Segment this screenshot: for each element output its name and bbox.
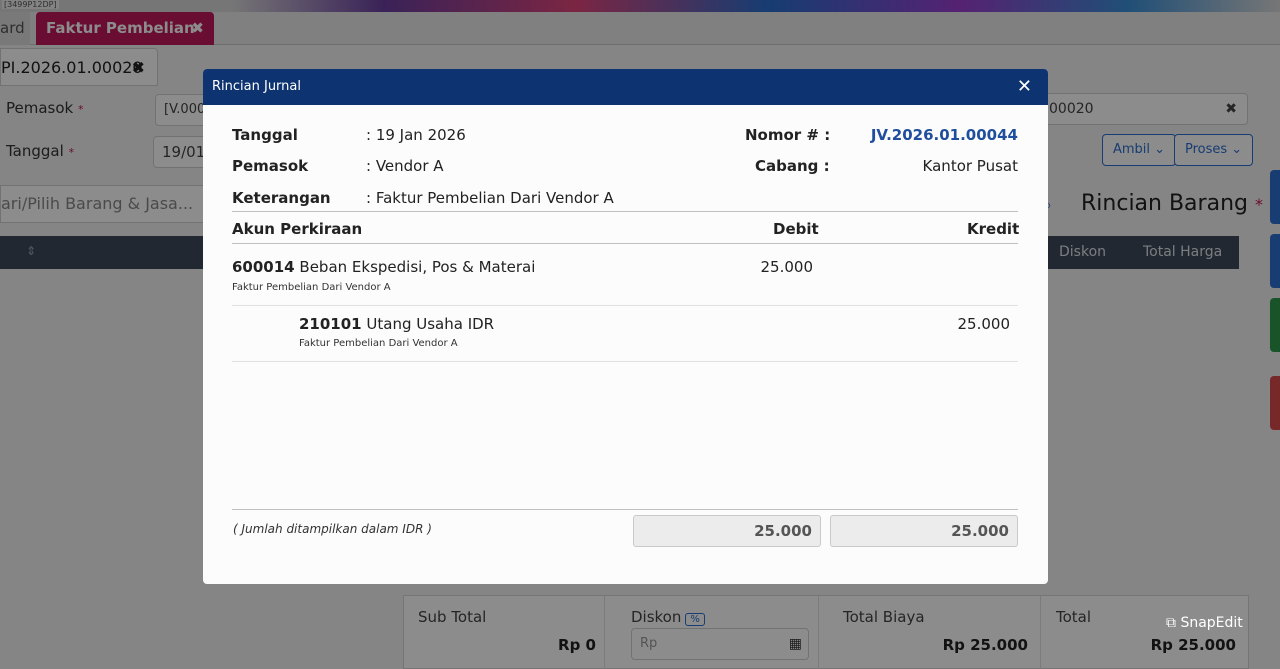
column-akun-perkiraan: Akun Perkiraan <box>232 220 363 238</box>
modal-title: Rincian Jurnal <box>212 79 301 94</box>
snapedit-icon: ⧉ <box>1166 615 1176 631</box>
pemasok-label: Pemasok <box>232 157 309 175</box>
column-kredit: Kredit <box>967 220 1020 238</box>
account-name: 210101 Utang Usaha IDR <box>299 315 495 333</box>
total-kredit: 25.000 <box>830 515 1018 547</box>
divider <box>232 509 1018 510</box>
credit-amount: 25.000 <box>957 315 1011 333</box>
pemasok-value: : Vendor A <box>366 157 444 175</box>
account-code: 600014 <box>232 258 295 276</box>
nomor-link[interactable]: JV.2026.01.00044 <box>871 126 1018 144</box>
divider <box>232 243 1018 244</box>
modal-header: Rincian Jurnal ✕ <box>203 69 1048 105</box>
currency-note: ( Jumlah ditampilkan dalam IDR ) <box>233 522 432 536</box>
cabang-label: Cabang : <box>755 157 830 175</box>
tanggal-value: : 19 Jan 2026 <box>366 126 466 144</box>
keterangan-label: Keterangan <box>232 189 331 207</box>
account-description: Faktur Pembelian Dari Vendor A <box>299 338 458 349</box>
nomor-label: Nomor # : <box>745 126 831 144</box>
account-name: 600014 Beban Ekspedisi, Pos & Materai <box>232 258 536 276</box>
cabang-value: Kantor Pusat <box>922 157 1018 175</box>
row-divider <box>232 361 1018 362</box>
account-code: 210101 <box>299 315 362 333</box>
total-debit: 25.000 <box>633 515 821 547</box>
close-icon[interactable]: ✕ <box>1017 76 1032 97</box>
watermark: ⧉ SnapEdit <box>1166 615 1243 631</box>
keterangan-value: : Faktur Pembelian Dari Vendor A <box>366 189 614 207</box>
column-debit: Debit <box>773 220 819 238</box>
account-description: Faktur Pembelian Dari Vendor A <box>232 282 391 293</box>
row-divider <box>232 305 1018 306</box>
rincian-jurnal-modal: Rincian Jurnal ✕ Tanggal : 19 Jan 2026 P… <box>203 69 1048 584</box>
debit-amount: 25.000 <box>760 258 814 276</box>
divider <box>232 211 1018 212</box>
tanggal-label: Tanggal <box>232 126 298 144</box>
